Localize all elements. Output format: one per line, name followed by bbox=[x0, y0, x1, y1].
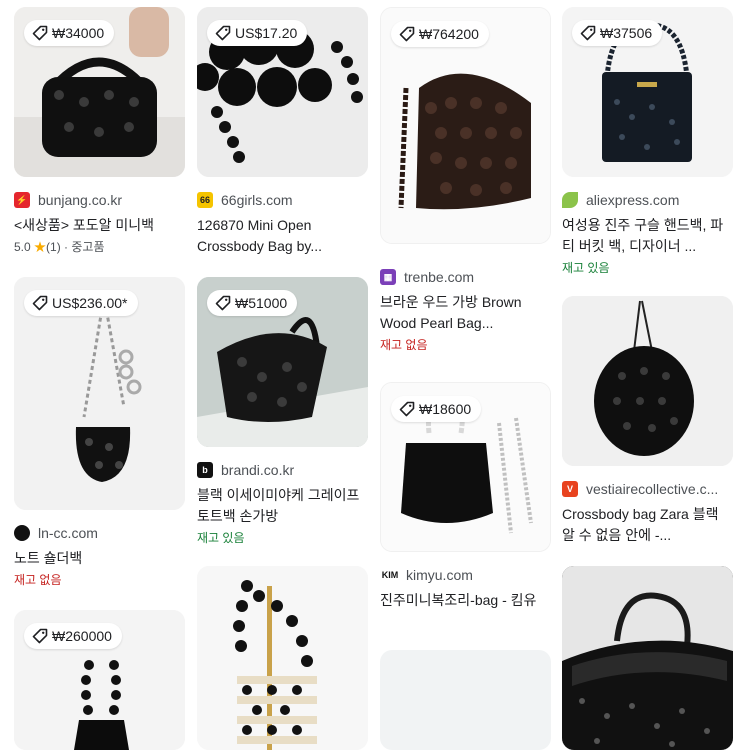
product-image[interactable]: ₩18600 bbox=[380, 382, 551, 552]
source-name[interactable]: kimyu.com bbox=[406, 567, 473, 583]
product-title[interactable]: 여성용 진주 구슬 핸드백, 파티 버킷 백, 디자이너 ... bbox=[562, 215, 733, 257]
product-image[interactable]: ₩37506 bbox=[562, 7, 733, 177]
source-name[interactable]: trenbe.com bbox=[404, 269, 474, 285]
brandi-favicon: b bbox=[197, 462, 213, 478]
price-badge: US$236.00* bbox=[24, 290, 138, 316]
product-image[interactable]: ₩260000 bbox=[14, 610, 185, 750]
product-image[interactable]: ₩764200 bbox=[380, 7, 551, 244]
tag-icon bbox=[399, 26, 415, 42]
source-name[interactable]: brandi.co.kr bbox=[221, 462, 294, 478]
trenbe-favicon: ▦ bbox=[380, 269, 396, 285]
product-card[interactable]: US$236.00* ln-cc.com 노트 숄더백 재고 없음 bbox=[14, 277, 185, 588]
tag-icon bbox=[32, 628, 48, 644]
product-image-placeholder[interactable] bbox=[380, 650, 551, 750]
price-badge: ₩37506 bbox=[572, 20, 663, 46]
product-title[interactable]: Crossbody bag Zara 블랙 알 수 없음 안에 -... bbox=[562, 504, 733, 546]
bunjang-favicon: ⚡ bbox=[14, 192, 30, 208]
aliexpress-favicon bbox=[562, 192, 578, 208]
stock-status: 재고 있음 bbox=[562, 261, 610, 275]
stock-status: 재고 없음 bbox=[14, 573, 62, 587]
product-card[interactable]: Vvestiairecollective.c... Crossbody bag … bbox=[562, 296, 733, 546]
product-title[interactable]: <새상품> 포도알 미니백 bbox=[14, 215, 185, 236]
source-name[interactable]: aliexpress.com bbox=[586, 192, 679, 208]
product-image[interactable] bbox=[562, 296, 733, 466]
price-badge: ₩34000 bbox=[24, 20, 115, 46]
tag-icon bbox=[580, 25, 596, 41]
product-image[interactable]: US$17.20 bbox=[197, 7, 368, 177]
tag-icon bbox=[32, 25, 48, 41]
product-card[interactable]: ₩260000 bbox=[14, 610, 185, 750]
product-title[interactable]: 126870 Mini Open Crossbody Bag by... bbox=[197, 215, 368, 257]
price-badge: ₩51000 bbox=[207, 290, 298, 316]
product-card[interactable]: ₩18600 KIM kimyu.com 진주미니복조리-bag - 킴유 bbox=[380, 382, 551, 611]
product-image[interactable] bbox=[197, 566, 368, 750]
star-icon: ★ bbox=[34, 240, 47, 254]
price-badge: ₩764200 bbox=[391, 21, 489, 47]
product-image[interactable]: ₩51000 bbox=[197, 277, 368, 447]
product-card[interactable]: ₩51000 b brandi.co.kr 블랙 이세이미야케 그레이프 토트백 … bbox=[197, 277, 368, 546]
product-card[interactable]: ₩37506 aliexpress.com 여성용 진주 구슬 핸드백, 파티 … bbox=[562, 7, 733, 276]
tag-icon bbox=[215, 295, 231, 311]
product-image[interactable]: ₩34000 bbox=[14, 7, 185, 177]
source-name[interactable]: 66girls.com bbox=[221, 192, 293, 208]
tag-icon bbox=[215, 25, 231, 41]
source-name[interactable]: ln-cc.com bbox=[38, 525, 98, 541]
66girls-favicon: 66 bbox=[197, 192, 213, 208]
product-image[interactable]: US$236.00* bbox=[14, 277, 185, 510]
tag-icon bbox=[399, 401, 415, 417]
stock-status: 재고 없음 bbox=[380, 338, 428, 352]
product-card[interactable] bbox=[562, 566, 733, 750]
product-title[interactable]: 진주미니복조리-bag - 킴유 bbox=[380, 590, 551, 611]
vestiaire-favicon: V bbox=[562, 481, 578, 497]
bead-lantern-bag-photo bbox=[197, 566, 368, 750]
sequin-basket-bag-photo bbox=[562, 566, 733, 750]
price-badge: US$17.20 bbox=[207, 20, 308, 46]
product-card[interactable]: ₩764200 ▦ trenbe.com 브라운 우드 가방 Brown Wood… bbox=[380, 7, 551, 353]
source-name[interactable]: vestiairecollective.c... bbox=[586, 481, 718, 497]
price-badge: ₩260000 bbox=[24, 623, 122, 649]
product-card[interactable]: US$17.20 66 66girls.com 126870 Mini Open … bbox=[197, 7, 368, 257]
lncc-favicon bbox=[14, 525, 30, 541]
stock-status: 재고 있음 bbox=[197, 531, 245, 545]
product-title[interactable]: 블랙 이세이미야케 그레이프 토트백 손가방 bbox=[197, 485, 368, 527]
product-card[interactable]: ₩34000 ⚡ bunjang.co.kr <새상품> 포도알 미니백 5.0 … bbox=[14, 7, 185, 255]
product-image[interactable] bbox=[562, 566, 733, 750]
product-title[interactable]: 노트 숄더백 bbox=[14, 548, 185, 569]
kimyu-favicon: KIM bbox=[381, 570, 399, 580]
tag-icon bbox=[32, 295, 48, 311]
source-name[interactable]: bunjang.co.kr bbox=[38, 192, 122, 208]
product-card[interactable] bbox=[380, 650, 551, 750]
rating-line: 5.0 ★(1) · 중고품 bbox=[14, 240, 105, 254]
product-title[interactable]: 브라운 우드 가방 Brown Wood Pearl Bag... bbox=[380, 292, 551, 334]
product-card[interactable] bbox=[197, 566, 368, 750]
price-badge: ₩18600 bbox=[391, 396, 482, 422]
bead-drawstring-bag-photo bbox=[562, 296, 733, 466]
